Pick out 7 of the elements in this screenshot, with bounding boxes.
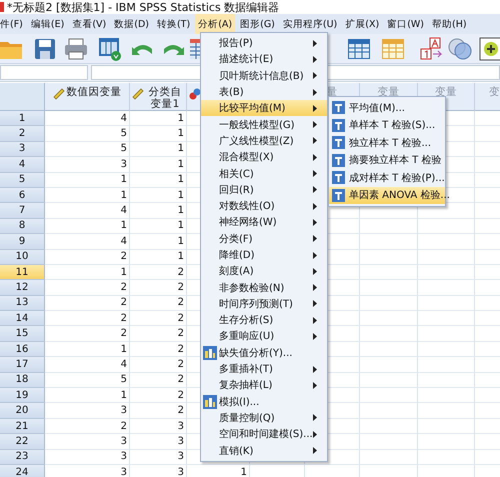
column-label: 量 [326,86,338,98]
column-label: 分类自变量1 [148,86,182,110]
column-label: 变 [489,86,500,98]
column-label: 数值因变量 [66,86,122,98]
column-label: 变量 [378,86,400,98]
column-label: 变量 [435,86,457,98]
window-title: *无标题2 [数据集1] - IBM SPSS Statistics 数据编辑器 [7,0,280,14]
